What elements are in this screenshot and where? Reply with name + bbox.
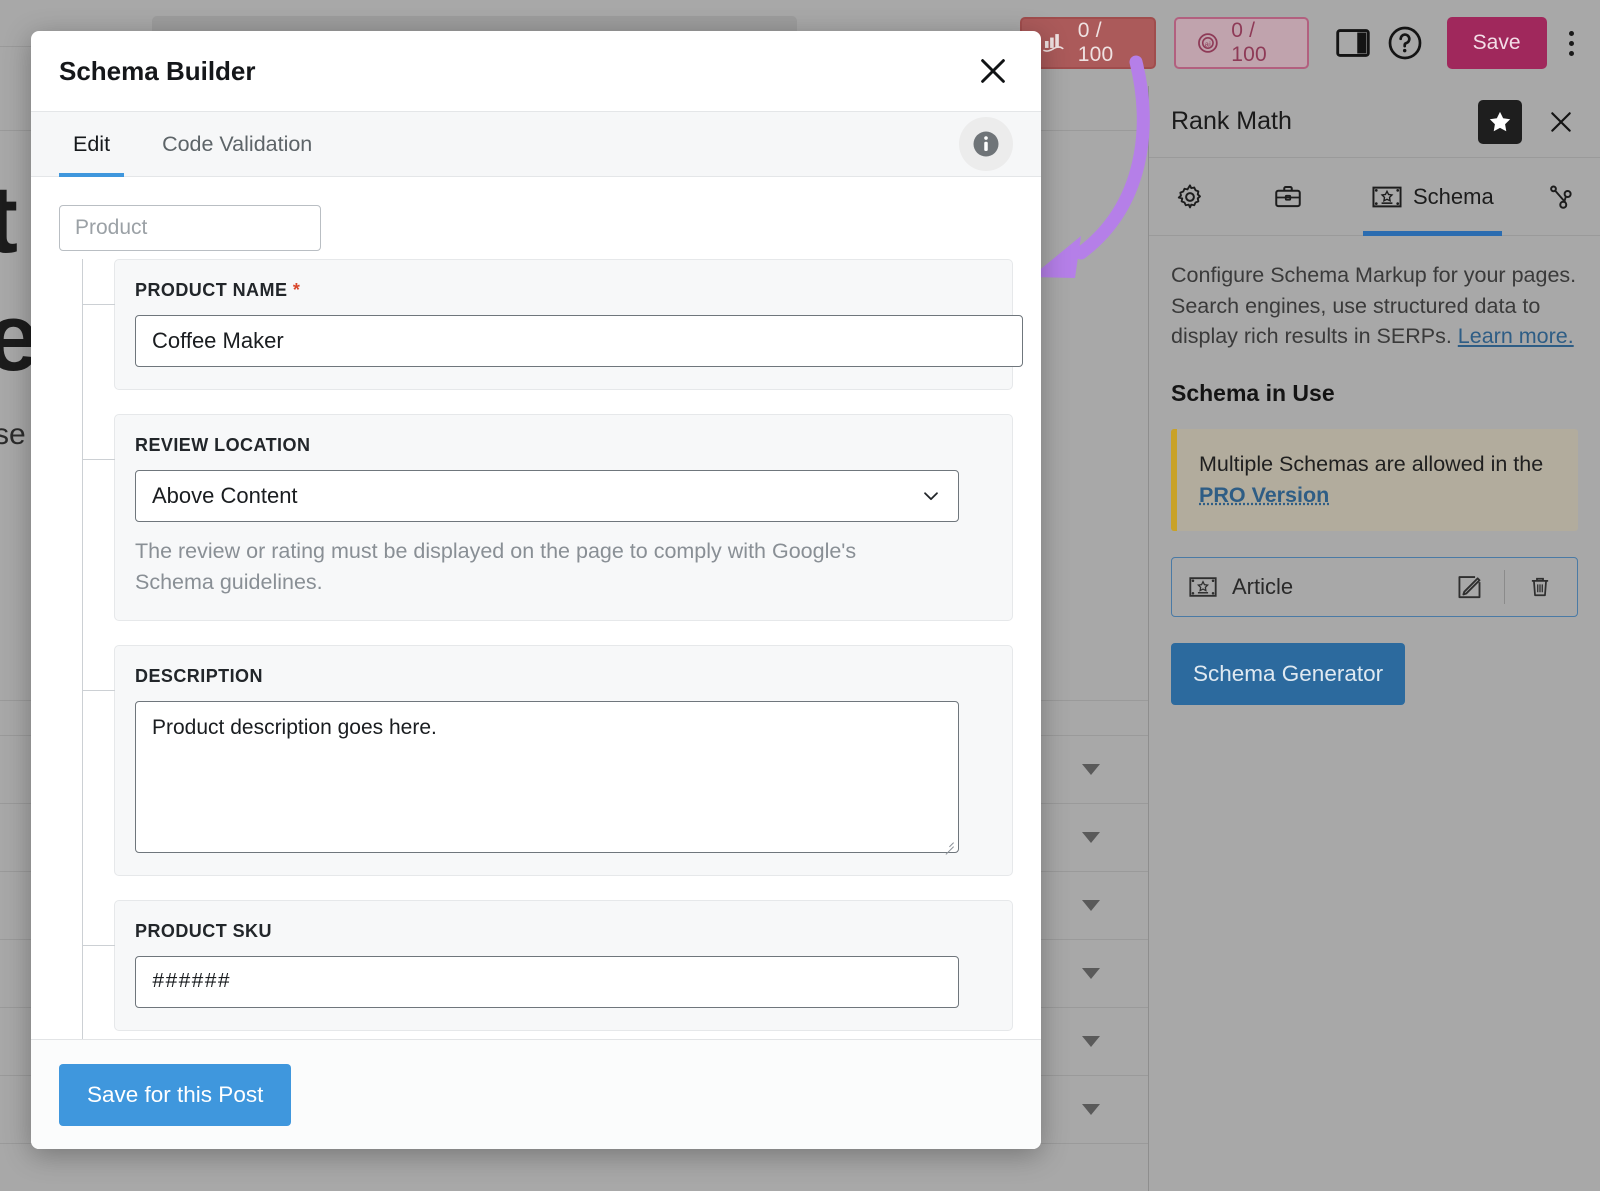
save-button[interactable]: Save (1447, 17, 1547, 69)
page-title: Schema Builder (59, 56, 973, 87)
schema-in-use-heading: Schema in Use (1171, 380, 1578, 407)
save-for-this-post-button[interactable]: Save for this Post (59, 1064, 291, 1126)
description-textarea[interactable]: Product description goes here. (135, 701, 959, 853)
schema-description: Configure Schema Markup for your pages. … (1171, 260, 1578, 352)
schema-generator-button[interactable]: Schema Generator (1171, 643, 1405, 705)
close-icon (1548, 109, 1574, 135)
tab-code-validation[interactable]: Code Validation (148, 111, 326, 177)
chevron-down-icon (920, 485, 942, 507)
help-button[interactable] (1385, 20, 1425, 66)
schema-builder-modal: Schema Builder Edit Code Validation Prod… (31, 31, 1041, 1149)
caret-down-icon (1082, 1104, 1100, 1115)
learn-more-link[interactable]: Learn more. (1458, 324, 1574, 348)
trash-icon (1527, 573, 1553, 601)
tab-social[interactable] (1530, 158, 1600, 236)
review-location-value: Above Content (152, 483, 298, 509)
rank-math-close-button[interactable] (1544, 105, 1578, 139)
rank-math-header: Rank Math (1149, 86, 1600, 158)
review-location-help: The review or rating must be displayed o… (135, 536, 895, 598)
product-name-input[interactable]: Coffee Maker (135, 315, 1023, 367)
social-network-icon (1546, 182, 1576, 212)
pro-version-link[interactable]: PRO Version (1199, 483, 1329, 507)
caret-down-icon (1082, 968, 1100, 979)
background-heading-letter-1: t (0, 172, 18, 268)
caret-down-icon (1082, 764, 1100, 775)
modal-body: Product PRODUCT NAME * Coffee Maker REVI… (31, 177, 1041, 1039)
help-circle-icon (1387, 25, 1423, 61)
kebab-menu-icon (1569, 31, 1574, 36)
info-button[interactable] (959, 117, 1013, 171)
resize-handle[interactable] (942, 836, 954, 848)
content-ai-score-badge[interactable]: ai 0 / 100 (1174, 17, 1309, 69)
rank-math-star-button[interactable] (1478, 100, 1522, 144)
field-label: REVIEW LOCATION (135, 435, 992, 456)
field-review-location: REVIEW LOCATION Above Content The review… (114, 414, 1013, 621)
description-value: Product description goes here. (152, 716, 437, 739)
panel-layout-icon (1336, 28, 1370, 58)
field-label: DESCRIPTION (135, 666, 992, 687)
edit-pencil-icon (1455, 573, 1483, 601)
rank-math-sidebar: Rank Math (1148, 86, 1600, 1191)
field-product-sku: PRODUCT SKU ###### (114, 900, 1013, 1031)
close-icon (977, 55, 1009, 87)
field-label-text: PRODUCT NAME (135, 280, 287, 300)
schema-item-name: Article (1232, 574, 1434, 600)
divider (1504, 570, 1505, 604)
schema-card-icon (1371, 182, 1403, 212)
product-sku-input[interactable]: ###### (135, 956, 959, 1008)
edit-schema-button[interactable] (1448, 566, 1490, 608)
caret-down-icon (1082, 832, 1100, 843)
caret-down-icon (1082, 900, 1100, 911)
review-location-select[interactable]: Above Content (135, 470, 959, 522)
rank-math-title: Rank Math (1171, 107, 1478, 136)
field-tree: PRODUCT NAME * Coffee Maker REVIEW LOCAT… (59, 259, 1013, 1039)
field-label: PRODUCT SKU (135, 921, 992, 942)
pro-version-notice: Multiple Schemas are allowed in the PRO … (1171, 429, 1578, 531)
rank-math-tabs: Schema (1149, 158, 1600, 236)
schema-type-input[interactable]: Product (59, 205, 321, 251)
background-body-text: se (0, 418, 26, 452)
modal-header: Schema Builder (31, 31, 1041, 111)
tab-edit[interactable]: Edit (59, 111, 124, 177)
field-description: DESCRIPTION Product description goes her… (114, 645, 1013, 876)
more-options-button[interactable] (1557, 20, 1586, 66)
rank-math-schema-body: Configure Schema Markup for your pages. … (1149, 236, 1600, 705)
svg-text:ai: ai (1204, 39, 1210, 48)
pro-notice-text: Multiple Schemas are allowed in the (1199, 452, 1543, 476)
sidebar-toggle-button[interactable] (1333, 20, 1373, 66)
tab-label: Schema (1413, 184, 1494, 210)
schema-in-use-item[interactable]: Article (1171, 557, 1578, 617)
field-label: PRODUCT NAME * (135, 280, 992, 301)
caret-down-icon (1082, 1036, 1100, 1047)
schema-card-icon (1188, 573, 1218, 601)
modal-footer: Save for this Post (31, 1039, 1041, 1149)
briefcase-icon (1273, 182, 1303, 212)
required-marker: * (293, 280, 300, 300)
content-ai-score-value: 0 / 100 (1231, 19, 1287, 67)
modal-tab-bar: Edit Code Validation (31, 111, 1041, 177)
tab-schema[interactable]: Schema (1355, 158, 1510, 236)
delete-schema-button[interactable] (1519, 566, 1561, 608)
field-product-name: PRODUCT NAME * Coffee Maker (114, 259, 1013, 390)
star-icon (1487, 109, 1513, 135)
tab-advanced[interactable] (1257, 158, 1329, 236)
info-icon (971, 129, 1001, 159)
modal-close-button[interactable] (973, 51, 1013, 91)
content-ai-icon: ai (1196, 30, 1220, 56)
